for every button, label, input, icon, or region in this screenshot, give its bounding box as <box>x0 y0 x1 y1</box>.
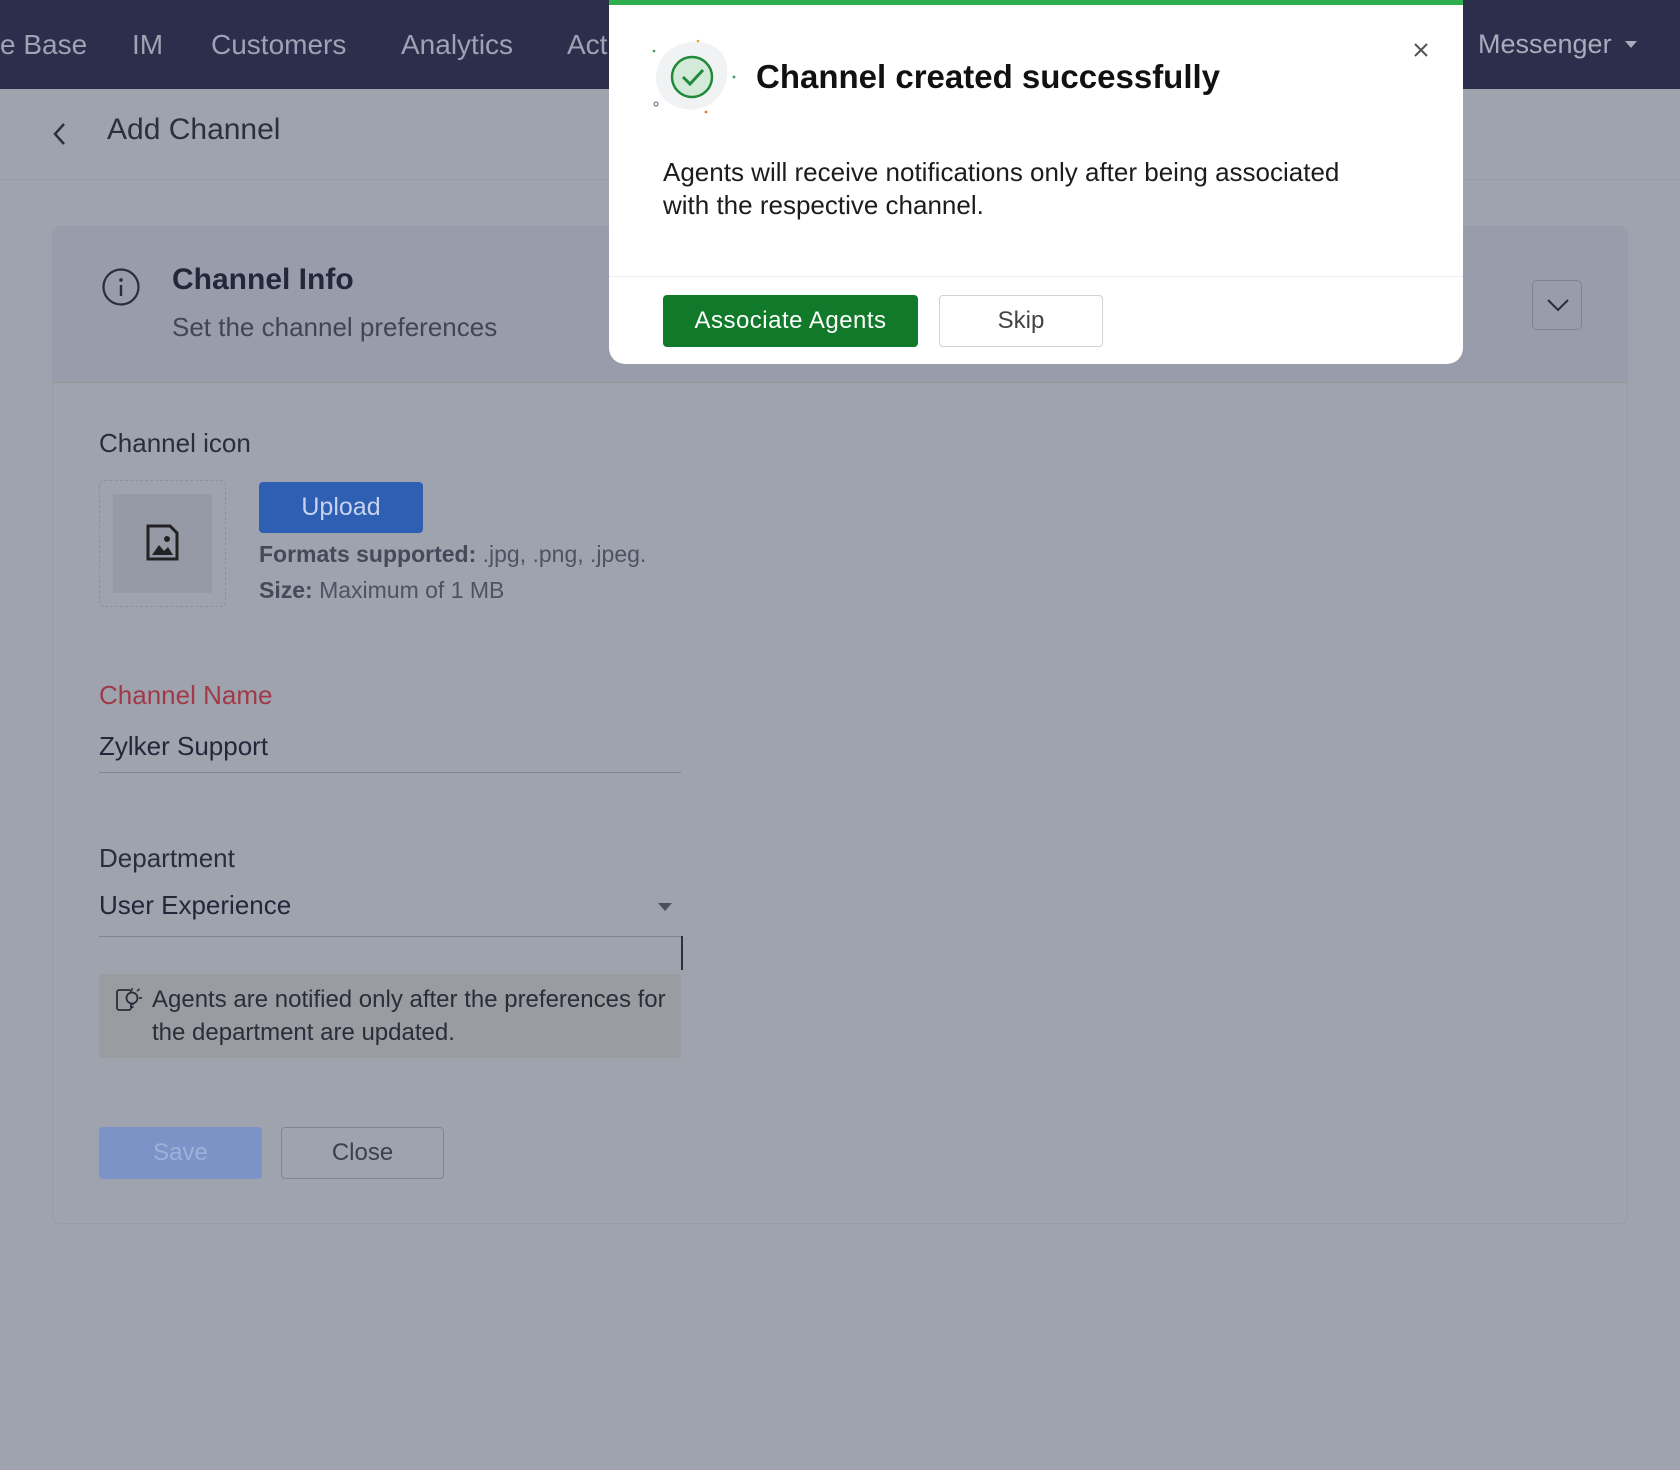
formats-hint: Formats supported: .jpg, .png, .jpeg. <box>259 541 646 568</box>
nav-tab-customers[interactable]: Customers <box>211 0 346 89</box>
department-select[interactable]: User Experience <box>99 890 291 921</box>
channel-name-input[interactable]: Zylker Support <box>99 731 268 762</box>
close-icon[interactable] <box>1409 38 1433 62</box>
size-key: Size: <box>259 577 313 603</box>
channel-icon-dropzone[interactable] <box>99 480 226 607</box>
page-title: Add Channel <box>107 113 281 146</box>
size-hint: Size: Maximum of 1 MB <box>259 577 504 604</box>
success-check-icon <box>652 39 736 114</box>
save-button[interactable]: Save <box>99 1127 262 1179</box>
modal-divider <box>609 276 1463 277</box>
back-arrow-icon[interactable] <box>48 119 72 149</box>
close-button[interactable]: Close <box>281 1127 444 1179</box>
channel-info-card: Channel Info Set the channel preferences <box>52 226 1628 1224</box>
channel-icon-label: Channel icon <box>99 428 251 458</box>
channel-name-label: Channel Name <box>99 680 273 710</box>
modal-title: Channel created successfully <box>756 58 1221 95</box>
info-icon <box>102 268 140 306</box>
messenger-menu[interactable]: Messenger <box>1478 0 1612 89</box>
chevron-down-icon <box>1547 299 1569 312</box>
collapse-button[interactable] <box>1532 280 1582 330</box>
size-value: Maximum of 1 MB <box>312 577 505 603</box>
modal-message: Agents will receive notifications only a… <box>663 157 1340 220</box>
nav-tab-im[interactable]: IM <box>132 0 163 89</box>
associate-agents-button[interactable]: Associate Agents <box>663 295 918 347</box>
lightbulb-icon <box>116 988 142 1011</box>
success-modal: Channel created successfully Agents will… <box>609 0 1463 364</box>
resize-handle <box>681 936 683 970</box>
dropdown-caret-icon[interactable] <box>658 903 672 911</box>
nav-tab-knowledge-base[interactable]: e Base <box>0 0 87 89</box>
card-title: Channel Info <box>172 263 354 296</box>
chevron-down-icon[interactable] <box>1625 41 1637 48</box>
notice-text: Agents are notified only after the prefe… <box>152 986 666 1046</box>
department-underline <box>99 936 681 937</box>
formats-value: .jpg, .png, .jpeg. <box>476 541 647 567</box>
channel-icon-preview <box>113 494 212 593</box>
nav-tab-activities[interactable]: Act <box>567 0 607 89</box>
nav-tab-analytics[interactable]: Analytics <box>401 0 513 89</box>
upload-button[interactable]: Upload <box>259 482 423 533</box>
skip-button[interactable]: Skip <box>939 295 1103 347</box>
modal-accent-bar <box>609 0 1463 5</box>
image-placeholder-icon <box>146 524 179 561</box>
card-subtitle: Set the channel preferences <box>172 312 498 342</box>
department-notice: Agents are notified only after the prefe… <box>99 974 681 1058</box>
channel-name-underline <box>99 772 681 773</box>
department-label: Department <box>99 843 235 873</box>
formats-key: Formats supported: <box>259 541 477 567</box>
